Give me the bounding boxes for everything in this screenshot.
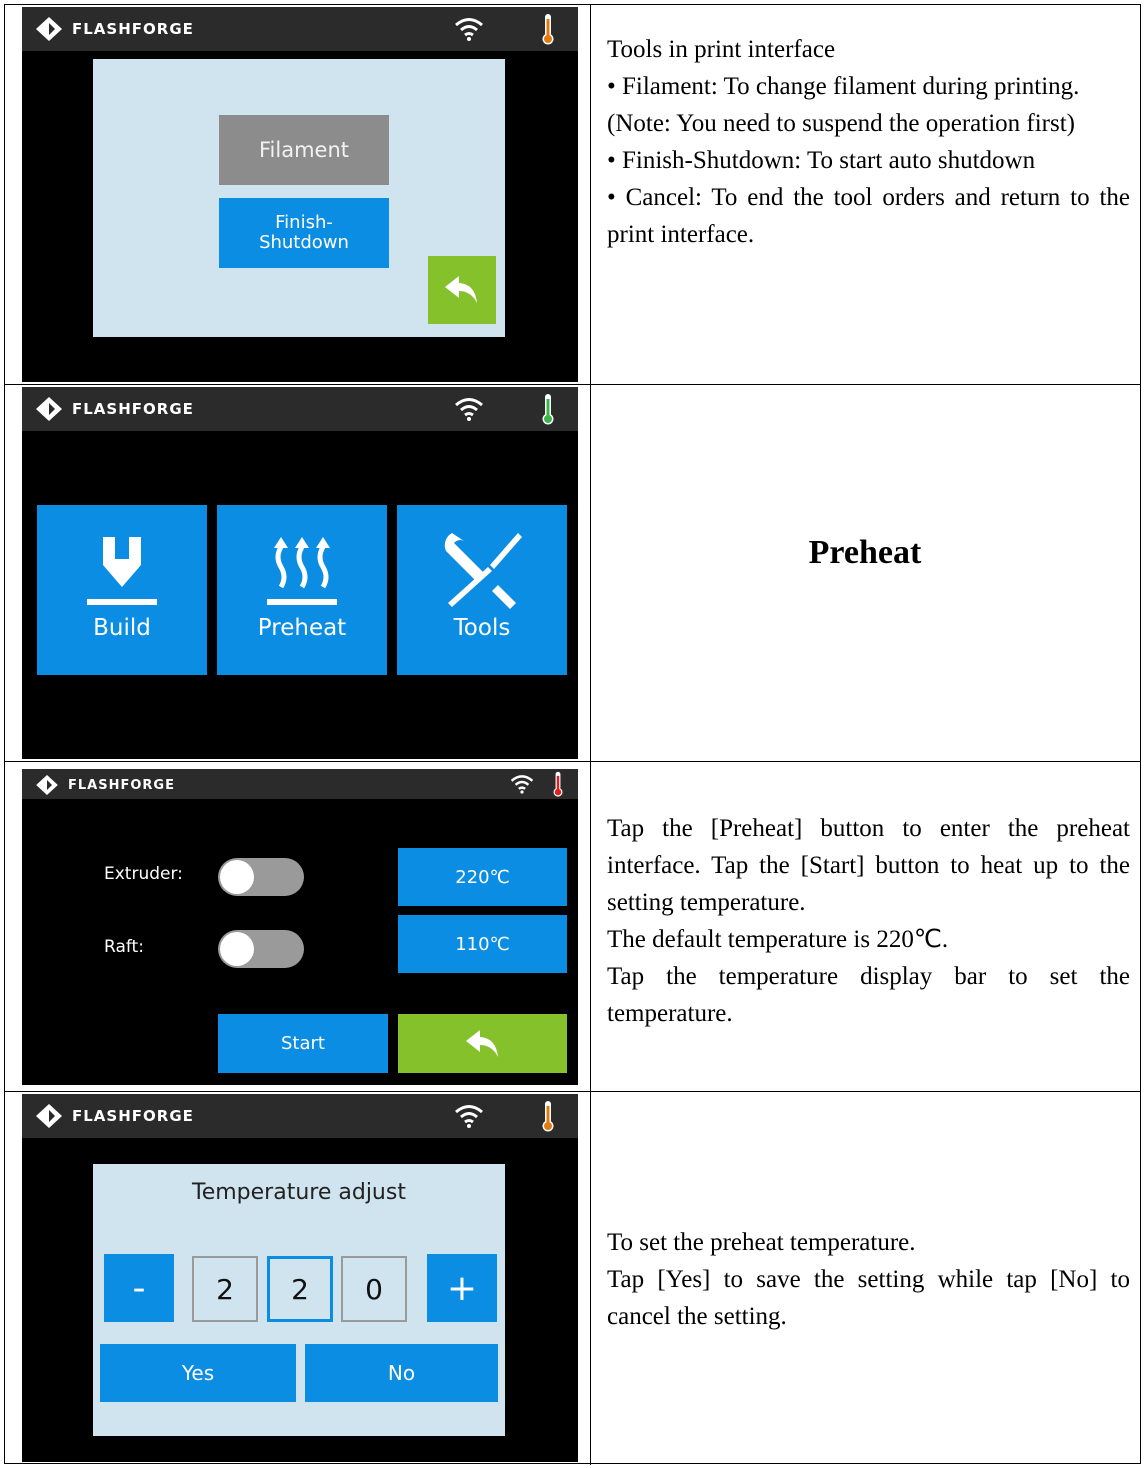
table-row: FLASHFORGE Filament Finish- Shutdown Too…: [5, 5, 1140, 385]
status-bar: FLASHFORGE: [22, 1094, 578, 1138]
flashforge-logo-icon: [36, 1104, 62, 1128]
flashforge-logo-icon: [36, 17, 62, 41]
extruder-temp-bar[interactable]: 220℃: [398, 848, 567, 906]
brand-name: FLASHFORGE: [72, 1107, 194, 1125]
instruction-table: FLASHFORGE Filament Finish- Shutdown Too…: [4, 4, 1141, 1465]
build-tile[interactable]: Build: [37, 505, 207, 675]
wifi-icon: [455, 398, 483, 421]
table-row: FLASHFORGE Temperature adjust - 2 2 0 + …: [5, 1092, 1140, 1465]
ones-digit-field[interactable]: 0: [341, 1256, 407, 1322]
column-divider: [590, 5, 591, 384]
tile-label: Tools: [453, 615, 511, 641]
finish-shutdown-button[interactable]: Finish- Shutdown: [219, 198, 389, 268]
raft-temp-bar[interactable]: 110℃: [398, 915, 567, 973]
toggle-knob: [220, 860, 254, 894]
column-divider: [590, 1092, 591, 1465]
table-row: FLASHFORGE Extruder: Raft: 220℃ 110℃ Sta…: [5, 762, 1140, 1092]
temperature-adjust-dialog: Temperature adjust - 2 2 0 + Yes No: [93, 1164, 505, 1436]
table-row: FLASHFORGE Build Preheat Tools Preheat: [5, 385, 1140, 762]
thermometer-icon: [553, 771, 563, 797]
column-divider: [590, 762, 591, 1091]
brand-logo: FLASHFORGE: [36, 17, 194, 41]
yes-button[interactable]: Yes: [100, 1344, 296, 1402]
column-divider: [590, 385, 591, 761]
printer-screen: FLASHFORGE Extruder: Raft: 220℃ 110℃ Sta…: [22, 769, 578, 1085]
brand-logo: FLASHFORGE: [36, 773, 175, 797]
brand-logo: FLASHFORGE: [36, 397, 194, 421]
description-cell: Preheat: [590, 533, 1140, 573]
status-bar: FLASHFORGE: [22, 387, 578, 431]
printer-screen: FLASHFORGE Temperature adjust - 2 2 0 + …: [22, 1094, 578, 1462]
description-cell: Tap the [Preheat] button to enter the pr…: [607, 810, 1130, 1032]
tools-icon: [444, 533, 522, 609]
description-line: To set the preheat temperature.: [607, 1229, 916, 1256]
toggle-knob: [220, 932, 254, 966]
wifi-icon: [510, 775, 534, 794]
wifi-icon: [455, 1105, 483, 1128]
dialog-title: Temperature adjust: [192, 1180, 406, 1205]
flashforge-logo-icon: [36, 397, 62, 421]
filament-button[interactable]: Filament: [219, 115, 389, 185]
status-bar: FLASHFORGE: [22, 7, 578, 51]
brand-name: FLASHFORGE: [68, 777, 175, 793]
preheat-icon: [267, 537, 337, 605]
back-button[interactable]: [398, 1014, 567, 1073]
description-line: Tap the temperature display bar to set t…: [607, 963, 1130, 1027]
extruder-label: Extruder:: [104, 864, 183, 884]
section-heading: Preheat: [808, 534, 922, 571]
description-item: • Finish-Shutdown: To start auto shutdow…: [607, 147, 1036, 174]
description-cell: To set the preheat temperature. Tap [Yes…: [607, 1224, 1130, 1335]
description-line: Tap [Yes] to save the setting while tap …: [607, 1266, 1130, 1330]
brand-logo: FLASHFORGE: [36, 1104, 194, 1128]
increase-button[interactable]: +: [427, 1254, 497, 1322]
no-button[interactable]: No: [305, 1344, 498, 1402]
description-line: Tap the [Preheat] button to enter the pr…: [607, 815, 1130, 916]
tens-digit-field[interactable]: 2: [267, 1256, 333, 1322]
description-item: • Cancel: To end the tool orders and ret…: [607, 184, 1130, 248]
tools-tile[interactable]: Tools: [397, 505, 567, 675]
flashforge-logo-icon: [36, 775, 58, 795]
extruder-toggle[interactable]: [218, 858, 304, 896]
hundreds-digit-field[interactable]: 2: [192, 1256, 258, 1322]
back-button[interactable]: [428, 256, 496, 324]
description-title: Tools in print interface: [607, 36, 836, 63]
back-arrow-icon: [445, 276, 477, 303]
description-cell: Tools in print interface • Filament: To …: [607, 31, 1130, 253]
thermometer-icon: [542, 14, 554, 45]
description-line: The default temperature is 220℃.: [607, 926, 949, 953]
brand-name: FLASHFORGE: [72, 400, 194, 418]
tools-popup-panel: Filament Finish- Shutdown: [93, 59, 505, 337]
tile-label: Preheat: [257, 615, 347, 641]
decrease-button[interactable]: -: [104, 1254, 174, 1322]
back-arrow-icon: [465, 1029, 498, 1057]
tile-label: Build: [93, 615, 151, 641]
printer-screen: FLASHFORGE Filament Finish- Shutdown: [22, 7, 578, 382]
printer-screen: FLASHFORGE Build Preheat Tools: [22, 387, 578, 759]
thermometer-icon: [542, 394, 554, 425]
brand-name: FLASHFORGE: [72, 20, 194, 38]
description-item: • Filament: To change filament during pr…: [607, 73, 1080, 100]
thermometer-icon: [542, 1101, 554, 1132]
description-item: (Note: You need to suspend the operation…: [607, 110, 1075, 137]
raft-label: Raft:: [104, 937, 144, 957]
build-icon: [87, 537, 157, 605]
raft-toggle[interactable]: [218, 930, 304, 968]
wifi-icon: [455, 18, 483, 41]
preheat-tile[interactable]: Preheat: [217, 505, 387, 675]
status-bar: FLASHFORGE: [22, 769, 578, 799]
start-button[interactable]: Start: [218, 1014, 388, 1073]
